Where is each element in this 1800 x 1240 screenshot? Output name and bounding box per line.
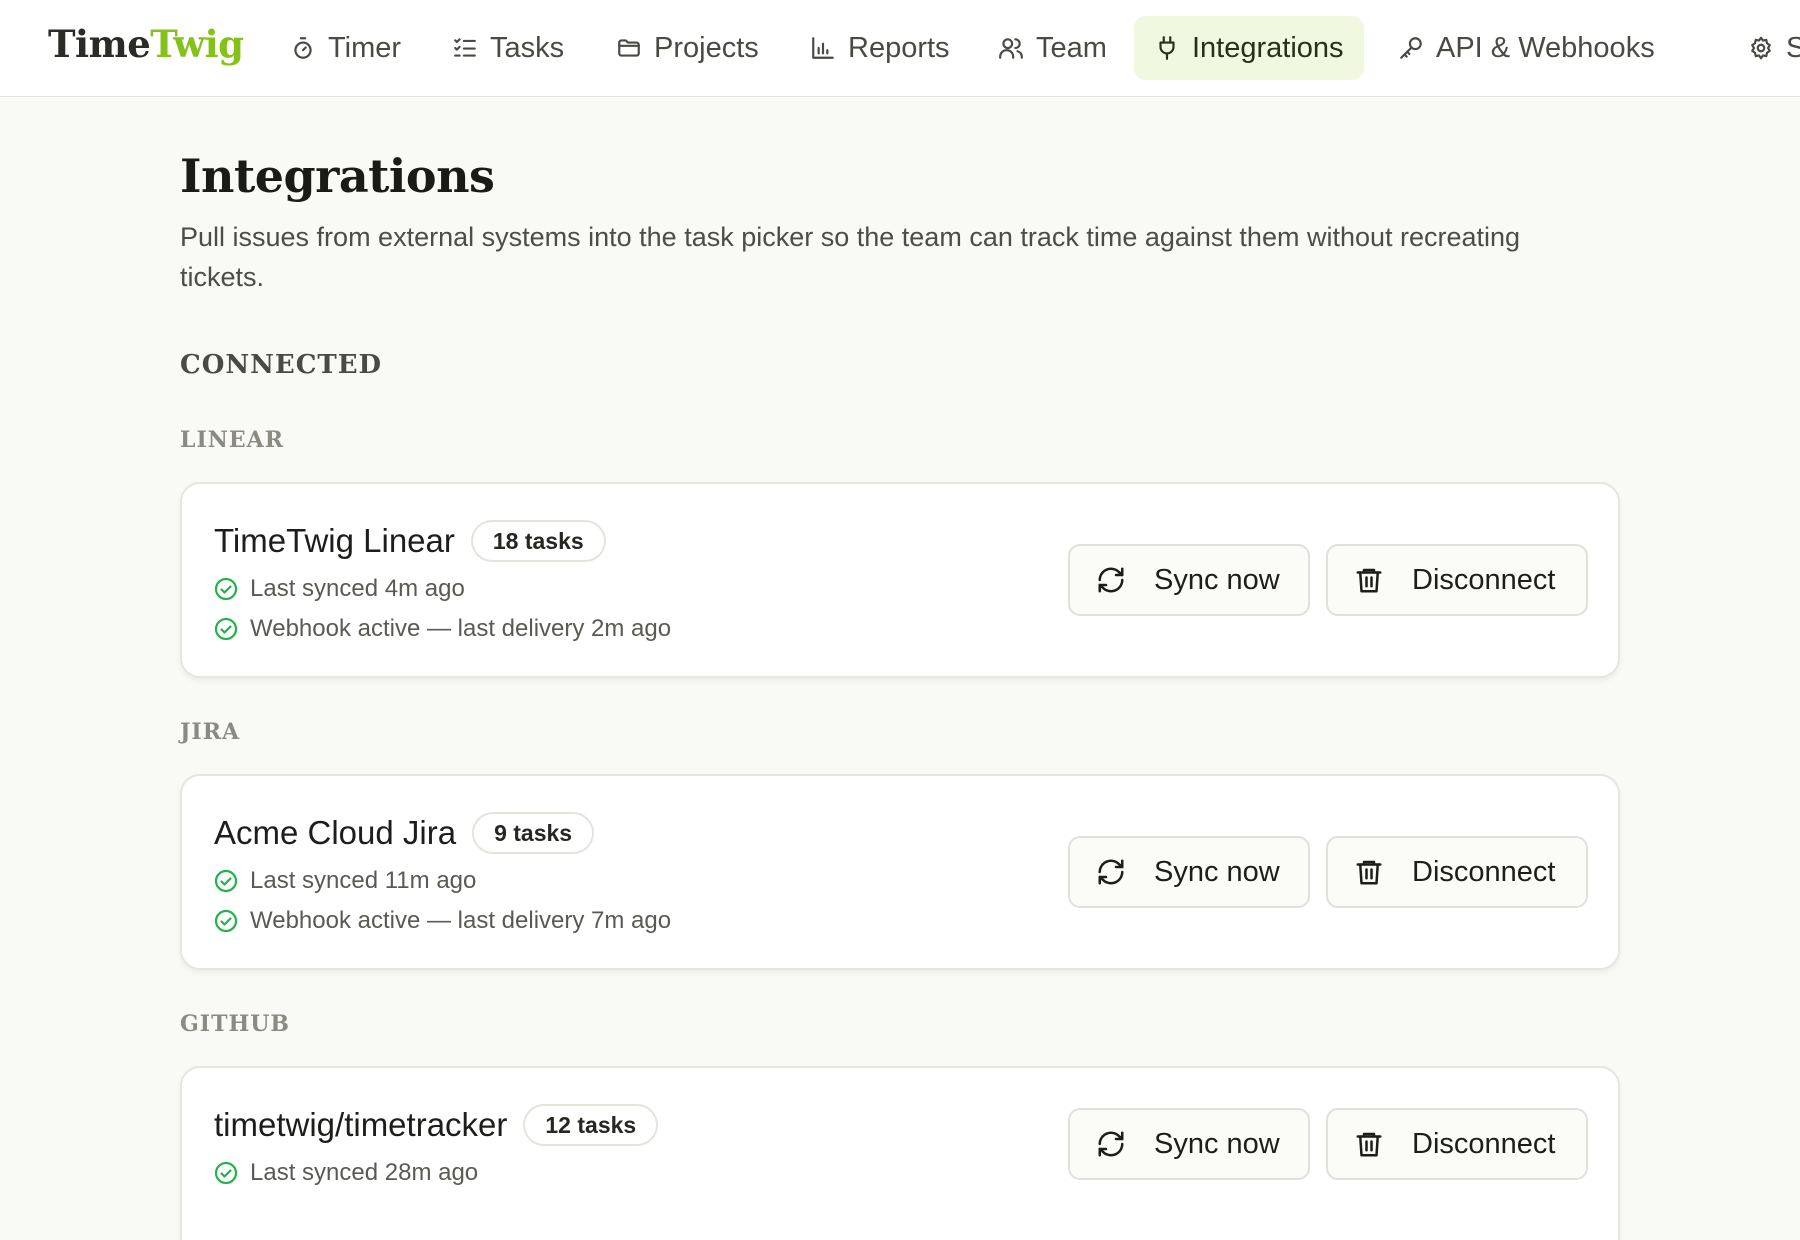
sync-now-button[interactable]: Sync now <box>1068 1108 1310 1180</box>
webhook-status: Webhook active — last delivery 2m ago <box>214 615 671 643</box>
integration-title: timetwig/timetracker <box>214 1106 508 1143</box>
check-circle-icon <box>214 869 238 893</box>
trash-icon <box>1356 1132 1382 1157</box>
plug-icon <box>1159 36 1175 60</box>
check-circle-icon <box>214 577 238 601</box>
nav-item-tasks[interactable]: Tasks <box>432 16 584 80</box>
disconnect-button[interactable]: Disconnect <box>1326 544 1588 616</box>
task-count-badge: 9 tasks <box>472 812 595 854</box>
group-label-linear: LINEAR <box>180 427 284 453</box>
nav-item-label: Tasks <box>490 31 565 64</box>
refresh-icon <box>1098 1131 1124 1157</box>
checklist-icon <box>454 38 476 57</box>
nav-item-team[interactable]: Team <box>978 16 1127 80</box>
check-circle-icon <box>214 1161 238 1185</box>
integration-card-jira: Acme Cloud Jira 9 tasks Last synced 11m … <box>180 774 1620 970</box>
sync-now-button[interactable]: Sync now <box>1068 544 1310 616</box>
key-icon <box>1400 37 1422 59</box>
bar-chart-icon <box>812 37 834 59</box>
nav-item-settings[interactable]: S <box>1728 16 1800 80</box>
integration-name: timetwig/timetracker 12 tasks <box>214 1104 659 1146</box>
trash-icon <box>1356 568 1382 593</box>
nav-item-label: Team <box>1036 31 1107 64</box>
integration-title: Acme Cloud Jira <box>214 814 457 851</box>
section-label-connected: CONNECTED <box>180 350 383 380</box>
check-circle-icon <box>214 909 238 933</box>
nav-item-projects[interactable]: Projects <box>596 16 779 80</box>
integration-title: TimeTwig Linear <box>214 522 455 559</box>
integration-name: Acme Cloud Jira 9 tasks <box>214 812 595 854</box>
folder-icon <box>618 39 640 57</box>
task-count-badge: 18 tasks <box>470 520 606 562</box>
nav-item-label: Timer <box>328 31 402 64</box>
integration-card-github: timetwig/timetracker 12 tasks Last synce… <box>180 1066 1620 1240</box>
sync-now-button[interactable]: Sync now <box>1068 836 1310 908</box>
nav-item-label: Reports <box>848 31 950 64</box>
disconnect-button[interactable]: Disconnect <box>1326 836 1588 908</box>
nav-item-integrations[interactable]: Integrations <box>1134 16 1364 80</box>
nav-item-timer[interactable]: Timer <box>270 16 421 80</box>
top-navigation: TimeTwig Timer Tasks Projects Reports Te… <box>0 0 1800 97</box>
users-icon <box>999 38 1023 59</box>
sync-status: Last synced 11m ago <box>214 867 476 895</box>
page-description: Pull issues from external systems into t… <box>180 222 1521 292</box>
disconnect-button[interactable]: Disconnect <box>1326 1108 1588 1180</box>
refresh-icon <box>1098 859 1124 885</box>
sync-status: Last synced 28m ago <box>214 1159 478 1187</box>
stopwatch-icon <box>294 37 312 59</box>
nav-item-label: API & Webhooks <box>1436 31 1655 64</box>
nav-item-label: S <box>1786 32 1800 65</box>
app-logo[interactable]: TimeTwig <box>48 22 244 66</box>
nav-item-api-webhooks[interactable]: API & Webhooks <box>1378 16 1675 80</box>
sync-status: Last synced 4m ago <box>214 575 465 603</box>
check-circle-icon <box>214 617 238 641</box>
nav-item-label: Projects <box>654 31 759 64</box>
trash-icon <box>1356 860 1382 885</box>
integration-card-linear: TimeTwig Linear 18 tasks Last synced 4m … <box>180 482 1620 678</box>
page-title: Integrations <box>180 149 495 203</box>
webhook-status: Webhook active — last delivery 7m ago <box>214 907 671 935</box>
gear-icon <box>1751 36 1771 60</box>
group-label-jira: JIRA <box>180 719 241 745</box>
nav-item-reports[interactable]: Reports <box>790 16 970 80</box>
group-label-github: GITHUB <box>180 1011 291 1037</box>
integration-name: TimeTwig Linear 18 tasks <box>214 520 606 562</box>
task-count-badge: 12 tasks <box>523 1104 659 1146</box>
nav-item-label: Integrations <box>1192 31 1344 64</box>
refresh-icon <box>1098 567 1124 593</box>
